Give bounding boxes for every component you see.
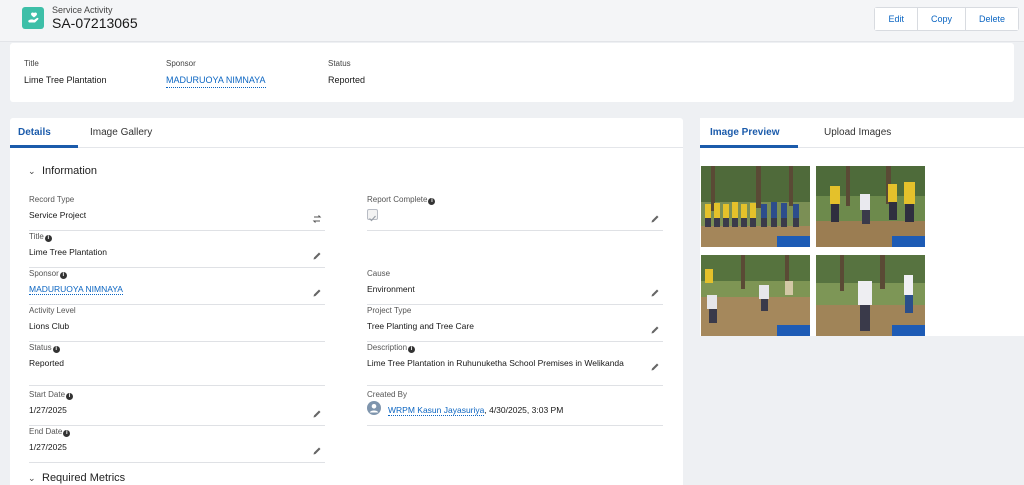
edit-button[interactable]: Edit <box>875 8 918 30</box>
delete-button[interactable]: Delete <box>965 8 1018 30</box>
field-cause: Cause Environment <box>367 269 663 305</box>
info-icon[interactable]: i <box>44 235 52 242</box>
highlight-status: Status Reported <box>328 59 365 85</box>
field-label: Description <box>367 343 408 352</box>
field-value: Reported <box>29 358 64 368</box>
created-by-user-link[interactable]: WRPM Kasun Jayasuriya <box>388 405 485 416</box>
pencil-icon[interactable] <box>650 362 660 372</box>
field-value: Tree Planting and Tree Care <box>367 321 474 331</box>
created-by-date: , 4/30/2025, 3:03 PM <box>484 405 564 415</box>
field-value: Lime Tree Plantation <box>29 247 107 257</box>
gallery-image-4[interactable] <box>816 255 925 336</box>
field-label: End Date <box>29 427 63 436</box>
field-label: Report Complete <box>367 195 428 204</box>
details-tab-bar: Details Image Gallery <box>10 118 683 148</box>
gallery-image-3[interactable] <box>701 255 810 336</box>
gallery-image-2[interactable] <box>816 166 925 247</box>
highlight-status-label: Status <box>328 59 351 68</box>
tab-active-indicator <box>700 145 798 148</box>
action-button-group: Edit Copy Delete <box>874 7 1019 31</box>
section-information-title: Information <box>42 165 98 177</box>
field-label: Record Type <box>29 195 75 204</box>
pencil-icon[interactable] <box>650 214 660 224</box>
field-title: Title i Lime Tree Plantation <box>29 232 325 268</box>
report-complete-checkbox <box>367 209 378 222</box>
field-value: 1/27/2025 <box>29 405 67 415</box>
tab-details[interactable]: Details <box>18 127 51 138</box>
pencil-icon[interactable] <box>312 251 322 261</box>
field-label: Sponsor <box>29 269 59 278</box>
info-icon[interactable]: i <box>52 346 60 353</box>
info-icon[interactable]: i <box>408 346 416 353</box>
field-label: Activity Level <box>29 306 76 315</box>
pencil-icon[interactable] <box>650 288 660 298</box>
check-icon <box>369 215 376 222</box>
field-value: Service Project <box>29 210 87 220</box>
field-project-type: Project Type Tree Planting and Tree Care <box>367 306 663 342</box>
chevron-down-icon: ⌄ <box>28 166 36 176</box>
image-preview-card: Image Preview Upload Images <box>700 118 1024 336</box>
info-icon[interactable]: i <box>428 198 436 205</box>
copy-button[interactable]: Copy <box>917 8 966 30</box>
pencil-icon[interactable] <box>312 446 322 456</box>
section-information-header[interactable]: ⌄ Information <box>28 165 97 177</box>
highlight-title: Title Lime Tree Plantation <box>24 59 107 85</box>
highlight-sponsor-label: Sponsor <box>166 59 196 68</box>
field-label: Title <box>29 232 44 241</box>
tab-image-preview[interactable]: Image Preview <box>710 127 779 138</box>
tab-upload-images[interactable]: Upload Images <box>824 127 891 138</box>
field-label: Cause <box>367 269 391 278</box>
field-label: Start Date <box>29 390 66 399</box>
highlights-panel: Title Lime Tree Plantation Sponsor MADUR… <box>10 43 1014 102</box>
section-metrics-header[interactable]: ⌄ Required Metrics <box>28 472 125 484</box>
tab-image-gallery[interactable]: Image Gallery <box>90 127 152 138</box>
avatar <box>367 401 381 415</box>
highlight-title-value: Lime Tree Plantation <box>24 75 107 85</box>
field-label: Status <box>29 343 52 352</box>
object-type-label: Service Activity <box>52 5 113 15</box>
info-icon[interactable]: i <box>63 430 71 437</box>
info-icon[interactable]: i <box>59 272 67 279</box>
swap-icon[interactable] <box>312 214 322 224</box>
field-activity-level: Activity Level Lions Club <box>29 306 325 342</box>
pencil-icon[interactable] <box>312 288 322 298</box>
service-activity-icon <box>22 7 44 29</box>
field-end-date: End Date i 1/27/2025 <box>29 427 325 463</box>
highlight-title-label: Title <box>24 59 39 68</box>
field-sponsor: Sponsor i MADURUOYA NIMNAYA <box>29 269 325 305</box>
details-card: Details Image Gallery ⌄ Information Recor… <box>10 118 683 485</box>
field-label: Project Type <box>367 306 412 315</box>
info-icon[interactable]: i <box>66 393 74 400</box>
field-report-complete: Report Complete i <box>367 195 663 231</box>
highlight-sponsor: Sponsor MADURUOYA NIMNAYA <box>166 59 266 88</box>
record-header: Service Activity SA-07213065 Edit Copy D… <box>0 0 1024 42</box>
highlight-status-value: Reported <box>328 75 366 85</box>
field-value: 1/27/2025 <box>29 442 67 452</box>
field-value: Lions Club <box>29 321 70 331</box>
field-created-by: Created By WRPM Kasun Jayasuriya, 4/30/2… <box>367 390 663 426</box>
image-tab-bar: Image Preview Upload Images <box>700 118 1024 148</box>
field-description: Description i Lime Tree Plantation in Ruh… <box>367 343 663 386</box>
field-start-date: Start Date i 1/27/2025 <box>29 390 325 426</box>
field-label: Created By <box>367 390 408 399</box>
record-name: SA-07213065 <box>52 15 138 31</box>
field-record-type: Record Type Service Project <box>29 195 325 231</box>
field-status: Status i Reported <box>29 343 325 386</box>
pencil-icon[interactable] <box>312 409 322 419</box>
tab-active-indicator <box>10 145 78 148</box>
highlight-sponsor-link[interactable]: MADURUOYA NIMNAYA <box>166 75 266 88</box>
chevron-down-icon: ⌄ <box>28 473 36 483</box>
gallery-image-1[interactable] <box>701 166 810 247</box>
pencil-icon[interactable] <box>650 325 660 335</box>
section-metrics-title: Required Metrics <box>42 472 126 484</box>
field-value: Environment <box>367 284 415 294</box>
sponsor-link[interactable]: MADURUOYA NIMNAYA <box>29 284 123 295</box>
user-icon <box>369 404 379 413</box>
field-value: Lime Tree Plantation in Ruhunuketha Scho… <box>367 358 624 368</box>
